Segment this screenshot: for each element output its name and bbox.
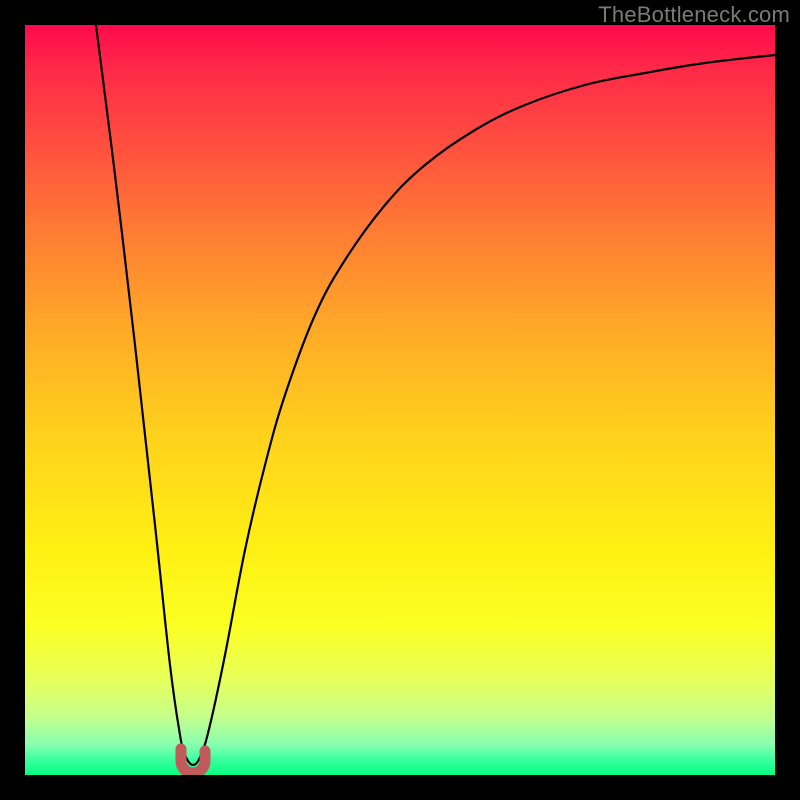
bottom-u-marker xyxy=(181,751,205,773)
curve-layer xyxy=(25,25,775,775)
plot-area xyxy=(25,25,775,775)
chart-frame: TheBottleneck.com xyxy=(0,0,800,800)
bottleneck-curve xyxy=(96,25,775,765)
marker-dot-icon xyxy=(176,744,187,755)
